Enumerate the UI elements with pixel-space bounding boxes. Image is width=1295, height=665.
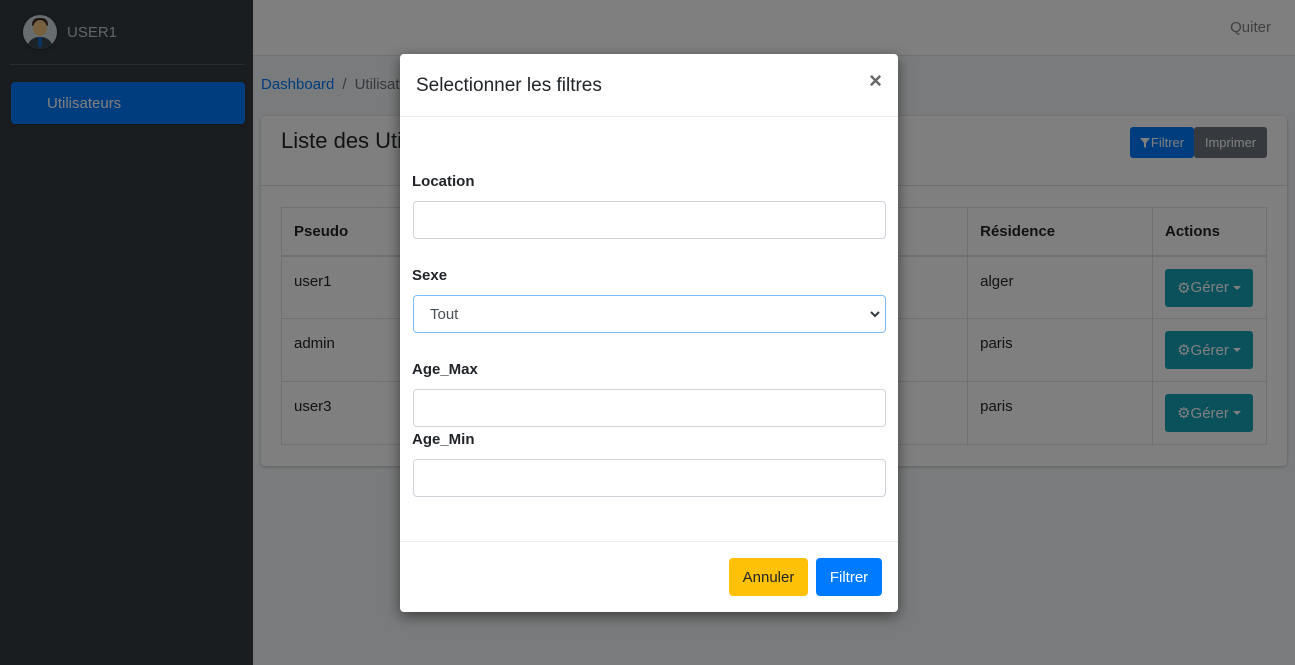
location-label: Location: [412, 173, 475, 190]
age-min-label: Age_Min: [412, 431, 475, 448]
sexe-label: Sexe: [412, 267, 448, 284]
modal-footer: Annuler Filtrer: [400, 541, 898, 612]
close-icon[interactable]: ×: [869, 70, 882, 92]
sexe-select[interactable]: Tout: [413, 295, 886, 333]
sexe-selected-value: Tout: [430, 305, 459, 323]
apply-filter-button[interactable]: Filtrer: [816, 558, 882, 596]
filter-modal: Selectionner les filtres × Location Sexe…: [400, 54, 898, 612]
age-max-label: Age_Max: [412, 361, 478, 378]
cancel-button[interactable]: Annuler: [729, 558, 808, 596]
modal-title: Selectionner les filtres: [416, 75, 602, 96]
modal-header: Selectionner les filtres ×: [400, 54, 898, 117]
age-min-input[interactable]: [413, 459, 886, 497]
location-input[interactable]: [413, 201, 886, 239]
chevron-down-icon: [870, 311, 880, 318]
age-max-input[interactable]: [413, 389, 886, 427]
